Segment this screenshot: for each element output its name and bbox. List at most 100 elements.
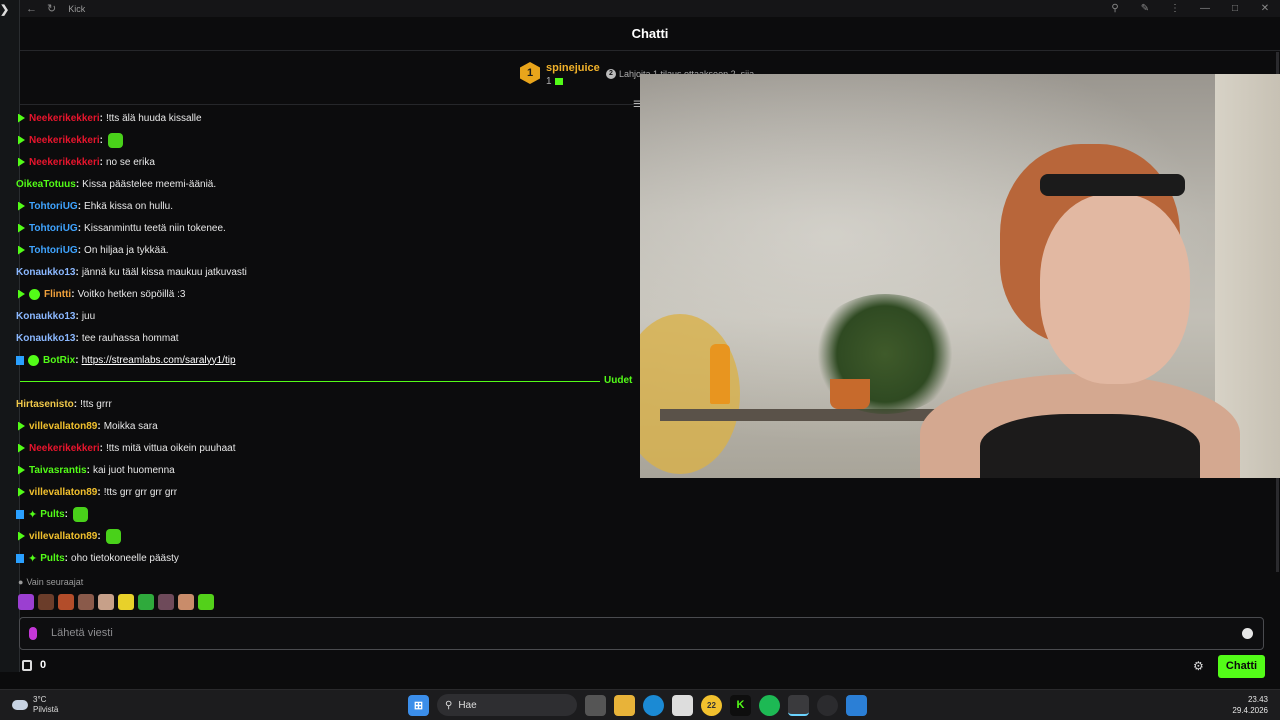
- kick-icon[interactable]: K: [730, 694, 751, 716]
- quick-emote-row: [18, 594, 214, 610]
- chat-username[interactable]: Konaukko13: [16, 311, 75, 322]
- sub-badge-icon: [18, 487, 25, 497]
- channel-points[interactable]: 0: [22, 659, 46, 671]
- quick-emote-icon[interactable]: [58, 594, 74, 610]
- quick-emote-icon[interactable]: [178, 594, 194, 610]
- browser-titlebar: ← ↻ Kick ⚲ ✎ ⋮ — □ ✕: [0, 0, 1280, 17]
- quick-emote-icon[interactable]: [38, 594, 54, 610]
- zoom-icon[interactable]: ⚲: [1100, 0, 1130, 17]
- active-app-icon[interactable]: [788, 694, 809, 716]
- taskbar-search[interactable]: ⚲ Hae: [437, 694, 577, 716]
- quick-emote-icon[interactable]: [78, 594, 94, 610]
- reload-icon[interactable]: ↻: [47, 2, 56, 15]
- chat-text: no se erika: [105, 156, 155, 168]
- maximize-icon[interactable]: □: [1220, 0, 1250, 17]
- chat-text: Voitko hetken söpöillä :3: [77, 288, 186, 300]
- menu-icon[interactable]: ⋮: [1160, 0, 1190, 17]
- chat-username[interactable]: TohtoriUG: [29, 201, 78, 212]
- chat-message: Taivasrantis: kai juot huomenna: [16, 459, 636, 481]
- notification-app-icon[interactable]: 22: [701, 694, 722, 716]
- mic-icon[interactable]: [29, 627, 37, 640]
- settings-icon[interactable]: ⚙: [1193, 659, 1204, 673]
- chat-message: Neekerikekkeri: !tts älä huuda kissalle: [16, 107, 636, 129]
- chat-message: Flintti: Voitko hetken söpöillä :3: [16, 283, 636, 305]
- sub-badge-icon: [18, 113, 25, 123]
- chat-username[interactable]: Hirtasenisto: [16, 399, 74, 410]
- send-button[interactable]: Chatti: [1218, 655, 1265, 678]
- cloud-icon: [12, 700, 28, 710]
- sparkle-badge-icon: ✦: [28, 552, 38, 565]
- separator: :: [71, 288, 75, 300]
- separator: :: [97, 530, 101, 542]
- quick-emote-icon[interactable]: [18, 594, 34, 610]
- separator: :: [75, 332, 79, 344]
- sub-badge-icon: [18, 421, 25, 431]
- new-messages-divider: Uudet: [16, 371, 636, 393]
- paint-icon[interactable]: [846, 694, 867, 716]
- back-icon[interactable]: ←: [26, 3, 37, 15]
- chat-username[interactable]: Konaukko13: [16, 333, 75, 344]
- separator: :: [99, 156, 103, 168]
- gift-icon: [554, 78, 563, 85]
- chat-message: Konaukko13: jännä ku tääl kissa maukuu ja…: [16, 261, 636, 283]
- chat-username[interactable]: Neekerikekkeri: [29, 157, 100, 168]
- emote-icon[interactable]: [73, 506, 89, 522]
- chat-username[interactable]: villevallaton89: [29, 487, 97, 498]
- chat-username[interactable]: OikeaTotuus: [16, 179, 76, 190]
- chat-username[interactable]: Pults: [40, 509, 64, 520]
- extensions-icon[interactable]: ✎: [1130, 0, 1160, 17]
- chat-link[interactable]: https://streamlabs.com/saralyy1/tip: [82, 355, 236, 366]
- vip-badge-icon: [16, 553, 24, 563]
- close-icon[interactable]: ✕: [1250, 0, 1280, 17]
- video-streamer: [920, 144, 1240, 478]
- weather-widget[interactable]: 3°C Pilvistä: [12, 695, 58, 715]
- store-icon[interactable]: [672, 694, 693, 716]
- chat-username[interactable]: Neekerikekkeri: [29, 135, 100, 146]
- emote-icon[interactable]: [107, 132, 123, 148]
- chat-text: Ehkä kissa on hullu.: [84, 200, 173, 212]
- edge-icon[interactable]: [643, 694, 664, 716]
- chat-username[interactable]: Konaukko13: [16, 267, 75, 278]
- chat-username[interactable]: villevallaton89: [29, 531, 97, 542]
- chat-message: TohtoriUG: On hiljaa ja tykkää.: [16, 239, 636, 261]
- chat-message: villevallaton89: Moikka sara: [16, 415, 636, 437]
- chat-username[interactable]: Neekerikekkeri: [29, 113, 100, 124]
- chat-username[interactable]: villevallaton89: [29, 421, 97, 432]
- obs-icon[interactable]: [817, 694, 838, 716]
- quick-emote-icon[interactable]: [198, 594, 214, 610]
- close-panel-icon[interactable]: ❯: [0, 3, 9, 16]
- system-clock[interactable]: 23.43 29.4.2026: [1232, 694, 1268, 716]
- chat-username[interactable]: Neekerikekkeri: [29, 443, 100, 454]
- chat-message: BotRix: https://streamlabs.com/saralyy1/t…: [16, 349, 636, 371]
- gift-rank-badge: 2: [606, 69, 616, 79]
- task-view-icon[interactable]: [585, 694, 606, 716]
- chat-username[interactable]: BotRix: [43, 355, 75, 366]
- chat-text: Moikka sara: [103, 420, 158, 432]
- quick-emote-icon[interactable]: [98, 594, 114, 610]
- chat-input[interactable]: Lähetä viesti: [19, 617, 1264, 650]
- windows-start-icon[interactable]: ⊞: [408, 694, 429, 716]
- separator: :: [77, 222, 82, 234]
- spotify-icon[interactable]: [759, 694, 780, 716]
- vip-badge-icon: [16, 509, 24, 519]
- file-explorer-icon[interactable]: [614, 694, 635, 716]
- chat-text: Kissanminttu teetä niin tokenee.: [84, 222, 226, 234]
- chat-username[interactable]: Flintti: [44, 289, 71, 300]
- sub-badge-icon: [18, 289, 25, 299]
- quick-emote-icon[interactable]: [158, 594, 174, 610]
- minimize-icon[interactable]: —: [1190, 0, 1220, 17]
- quick-emote-icon[interactable]: [118, 594, 134, 610]
- separator: :: [77, 200, 82, 212]
- emoji-icon[interactable]: [1242, 628, 1253, 639]
- chat-message: Neekerikekkeri:: [16, 129, 636, 151]
- chat-username[interactable]: TohtoriUG: [29, 245, 78, 256]
- quick-emote-icon[interactable]: [138, 594, 154, 610]
- stream-video[interactable]: [640, 74, 1280, 478]
- chat-text: !tts mitä vittua oikein puuhaat: [105, 442, 236, 454]
- chat-username[interactable]: Pults: [40, 553, 64, 564]
- separator: :: [73, 398, 78, 410]
- emote-icon[interactable]: [105, 528, 121, 544]
- chat-username[interactable]: Taivasrantis: [29, 465, 87, 476]
- top-gifter[interactable]: 1 spinejuice 1: [520, 62, 600, 87]
- chat-username[interactable]: TohtoriUG: [29, 223, 78, 234]
